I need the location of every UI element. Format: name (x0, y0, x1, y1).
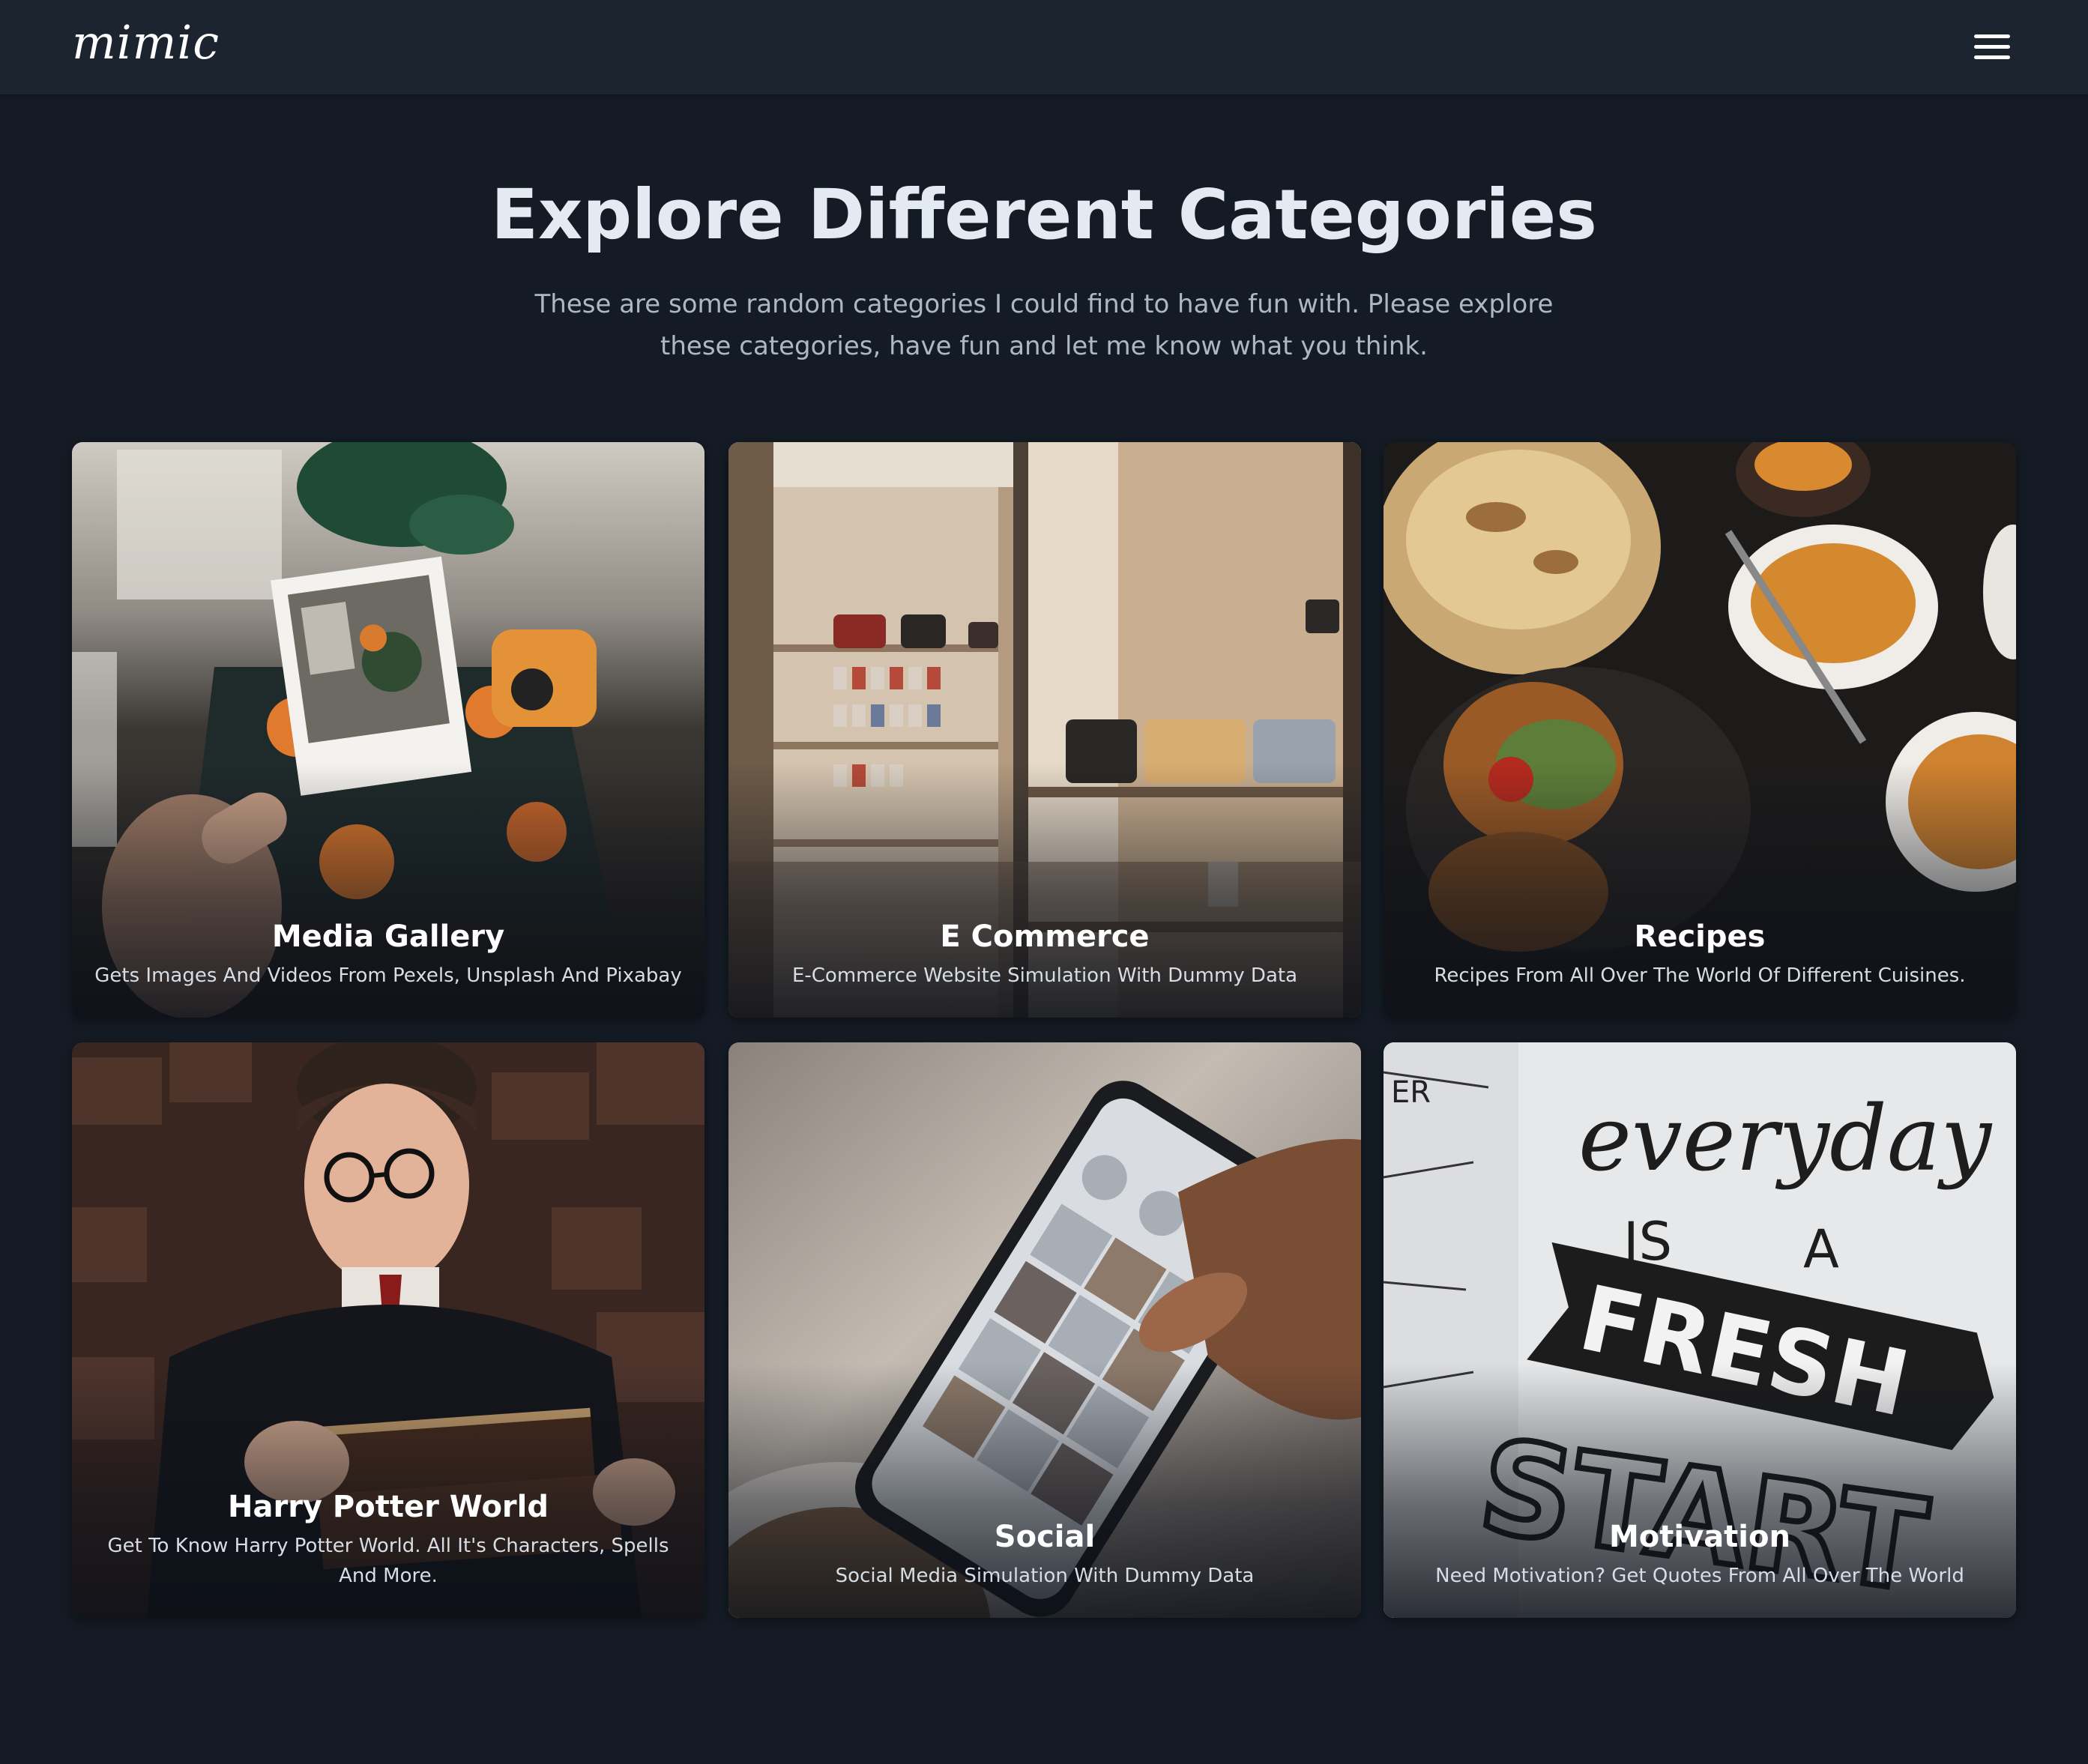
card-title: Recipes (1634, 919, 1766, 954)
category-card-e-commerce[interactable]: E Commerce E-Commerce Website Simulation… (728, 442, 1361, 1018)
card-description: Social Media Simulation With Dummy Data (835, 1565, 1255, 1587)
card-title: Harry Potter World (228, 1490, 549, 1524)
page-title: Explore Different Categories (491, 175, 1597, 255)
card-title: Media Gallery (271, 919, 505, 954)
mimic-logo[interactable]: mimic (72, 19, 220, 66)
card-description: E-Commerce Website Simulation With Dummy… (791, 964, 1298, 987)
hamburger-menu-icon[interactable] (1974, 33, 2010, 61)
svg-text:ER: ER (1391, 1075, 1431, 1110)
category-card-social[interactable]: Social Social Media Simulation With Dumm… (728, 1042, 1361, 1618)
category-card-motivation[interactable]: ER everyday IS A FRESH START Motivation … (1384, 1042, 2016, 1618)
category-card-harry-potter-world[interactable]: Harry Potter World Get To Know Harry Pot… (72, 1042, 704, 1618)
svg-text:A: A (1803, 1218, 1839, 1280)
category-card-recipes[interactable]: Recipes Recipes From All Over The World … (1384, 442, 2016, 1018)
page-subtitle: These are some random categories I could… (534, 289, 1554, 361)
top-navbar: mimic (0, 0, 2088, 94)
card-title: E Commerce (940, 919, 1150, 954)
card-description: Recipes From All Over The World Of Diffe… (1434, 964, 1966, 987)
card-title: Social (994, 1520, 1096, 1554)
menu-bar-line (1974, 34, 2010, 38)
card-title: Motivation (1609, 1520, 1790, 1554)
card-description: Gets Images And Videos From Pexels, Unsp… (94, 964, 682, 987)
menu-bar-line (1974, 55, 2010, 59)
card-description: Need Motivation? Get Quotes From All Ove… (1435, 1565, 1964, 1587)
card-description: Get To Know Harry Potter World. All It's… (107, 1535, 669, 1587)
menu-bar-line (1974, 45, 2010, 49)
category-card-media-gallery[interactable]: Media Gallery Gets Images And Videos Fro… (72, 442, 704, 1018)
svg-text:everyday: everyday (1578, 1087, 1993, 1191)
